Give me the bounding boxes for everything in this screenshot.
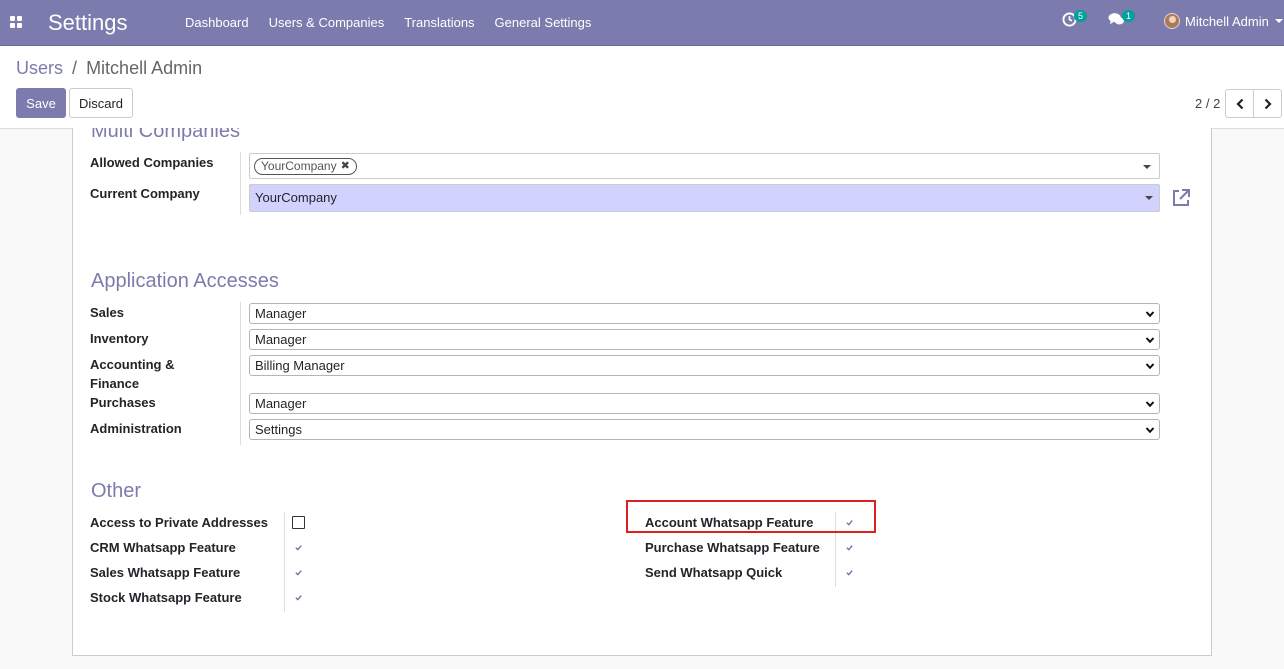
messages-badge: 1 [1122, 10, 1136, 22]
top-navbar: Settings Dashboard Users & Companies Tra… [0, 0, 1284, 46]
check-icon [846, 570, 853, 576]
form-sheet: Multi Companies Allowed Companies Curren… [72, 128, 1212, 656]
check-icon [295, 595, 302, 601]
section-title-application-accesses: Application Accesses [91, 270, 279, 292]
check-icon [295, 570, 302, 576]
chevron-down-icon [1145, 363, 1155, 370]
breadcrumb-parent[interactable]: Users [16, 58, 63, 78]
caret-down-icon[interactable] [1145, 196, 1153, 200]
messages-menu[interactable]: 1 [1108, 10, 1136, 30]
divider [240, 302, 241, 445]
menu-item-translations[interactable]: Translations [394, 15, 484, 30]
pager-previous-button[interactable] [1225, 89, 1254, 118]
label-allowed-companies: Allowed Companies [90, 155, 214, 170]
current-company-value: YourCompany [255, 190, 337, 205]
avatar [1164, 13, 1180, 29]
app-title: Settings [48, 10, 128, 35]
apps-grid-icon[interactable] [10, 16, 22, 28]
section-title-other: Other [91, 480, 142, 502]
breadcrumb: Users / Mitchell Admin [16, 58, 202, 79]
user-menu[interactable]: Mitchell Admin [1164, 13, 1283, 29]
caret-down-icon[interactable] [1143, 165, 1151, 169]
chevron-down-icon [1145, 401, 1155, 408]
sales-value: Manager [255, 306, 307, 321]
access-private-addresses-checkbox[interactable] [292, 516, 305, 529]
purchase-whatsapp-checkbox[interactable] [843, 541, 856, 554]
breadcrumb-current: Mitchell Admin [86, 58, 203, 78]
label-inventory: Inventory [90, 331, 149, 346]
remove-tag-icon[interactable]: ✖ [341, 159, 350, 174]
menu-item-dashboard[interactable]: Dashboard [175, 15, 259, 30]
highlight-box [626, 500, 876, 533]
label-access-private-addresses: Access to Private Addresses [90, 515, 269, 530]
menu-item-general-settings[interactable]: General Settings [485, 15, 602, 30]
allowed-companies-field[interactable]: YourCompany ✖ [249, 153, 1160, 179]
inventory-value: Manager [255, 332, 307, 347]
current-company-field[interactable]: YourCompany [249, 184, 1160, 212]
chevron-down-icon [1145, 427, 1155, 434]
activity-menu[interactable]: 5 [1062, 10, 1088, 30]
pager-next-button[interactable] [1253, 89, 1282, 118]
check-icon [295, 545, 302, 551]
user-name: Mitchell Admin [1185, 13, 1269, 29]
divider [240, 152, 241, 215]
sales-select[interactable]: Manager [249, 303, 1160, 324]
sales-whatsapp-checkbox[interactable] [292, 566, 305, 579]
label-stock-whatsapp: Stock Whatsapp Feature [90, 590, 242, 605]
label-send-whatsapp-quick: Send Whatsapp Quick [645, 565, 783, 580]
save-button[interactable]: Save [16, 88, 66, 118]
label-sales-whatsapp: Sales Whatsapp Feature [90, 565, 241, 580]
stock-whatsapp-checkbox[interactable] [292, 591, 305, 604]
check-icon [846, 545, 853, 551]
chevron-down-icon [1145, 311, 1155, 318]
divider [284, 512, 285, 612]
purchases-select[interactable]: Manager [249, 393, 1160, 414]
accounting-finance-select[interactable]: Billing Manager [249, 355, 1160, 376]
label-administration: Administration [90, 421, 182, 436]
company-tag-label: YourCompany [261, 159, 337, 173]
label-crm-whatsapp: CRM Whatsapp Feature [90, 540, 236, 555]
caret-down-icon [1274, 19, 1283, 23]
crm-whatsapp-checkbox[interactable] [292, 541, 305, 554]
purchases-value: Manager [255, 396, 307, 411]
send-whatsapp-quick-checkbox[interactable] [843, 566, 856, 579]
discard-button[interactable]: Discard [69, 88, 133, 118]
breadcrumb-separator: / [72, 58, 78, 78]
chevron-right-icon [1264, 98, 1272, 109]
label-accounting-finance: Accounting & Finance [90, 357, 175, 391]
chevron-left-icon [1235, 98, 1243, 109]
inventory-select[interactable]: Manager [249, 329, 1160, 350]
menu-item-users-companies[interactable]: Users & Companies [259, 15, 395, 30]
pager-value[interactable]: 2 / 2 [1195, 96, 1220, 111]
label-purchases: Purchases [90, 395, 156, 410]
chevron-down-icon [1145, 337, 1155, 344]
main-menu: Dashboard Users & Companies Translations… [175, 15, 601, 30]
section-title-multi-companies: Multi Companies [91, 128, 240, 142]
external-link-icon[interactable] [1170, 187, 1192, 209]
company-tag: YourCompany ✖ [254, 158, 357, 175]
administration-select[interactable]: Settings [249, 419, 1160, 440]
label-current-company: Current Company [90, 186, 200, 201]
activity-badge: 5 [1074, 10, 1088, 22]
label-purchase-whatsapp: Purchase Whatsapp Feature [645, 540, 820, 555]
label-sales: Sales [90, 305, 124, 320]
administration-value: Settings [255, 422, 302, 437]
accounting-finance-value: Billing Manager [255, 358, 345, 373]
